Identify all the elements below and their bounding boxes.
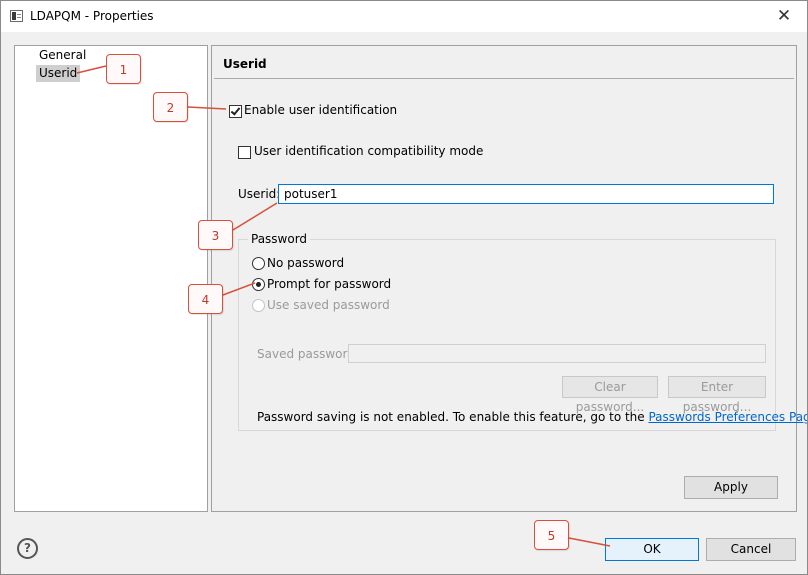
window-title: LDAPQM - Properties [30,9,154,23]
properties-window-icon [10,10,23,22]
ok-button[interactable]: OK [605,538,699,561]
prompt-for-password-radio[interactable] [252,278,265,291]
properties-dialog: LDAPQM - Properties ✕ General Userid Use… [0,0,808,575]
tree-item-userid[interactable]: Userid [36,65,81,82]
tree-item-general[interactable]: General [36,47,89,64]
callout-5: 5 [534,520,569,550]
cancel-button[interactable]: Cancel [706,538,796,561]
userid-page: Userid Enable user identification User i… [211,45,807,512]
saved-password-field [348,344,766,363]
enter-password-button: Enter password... [668,376,766,414]
password-note-text: Password saving is not enabled. To enabl… [257,410,649,424]
callout-3: 3 [198,220,233,250]
userid-label: Userid: [238,187,281,201]
enable-user-identification-label[interactable]: Enable user identification [244,103,397,117]
use-saved-password-label: Use saved password [267,298,390,312]
apply-button[interactable]: Apply [684,476,778,499]
no-password-label[interactable]: No password [267,256,344,270]
title-bar: LDAPQM - Properties ✕ [1,1,807,32]
title-separator [214,78,794,79]
compatibility-mode-label[interactable]: User identification compatibility mode [254,144,483,158]
passwords-preferences-link[interactable]: Passwords Preferences Page [648,410,807,424]
saved-password-label: Saved password: [257,347,359,361]
help-icon[interactable]: ? [17,538,38,559]
enable-user-identification-checkbox[interactable] [229,105,242,118]
clear-password-button: Clear password... [562,376,658,414]
password-saving-note: Password saving is not enabled. To enabl… [257,410,807,424]
close-button[interactable]: ✕ [772,5,796,27]
callout-2: 2 [153,92,188,122]
compatibility-mode-checkbox[interactable] [238,146,251,159]
callout-4: 4 [188,284,223,314]
prompt-for-password-label[interactable]: Prompt for password [267,277,391,291]
no-password-radio[interactable] [252,257,265,270]
page-title: Userid [223,57,267,71]
use-saved-password-radio [252,299,265,312]
password-group-label: Password [248,232,311,246]
userid-input[interactable] [278,184,774,204]
callout-1: 1 [106,54,141,84]
